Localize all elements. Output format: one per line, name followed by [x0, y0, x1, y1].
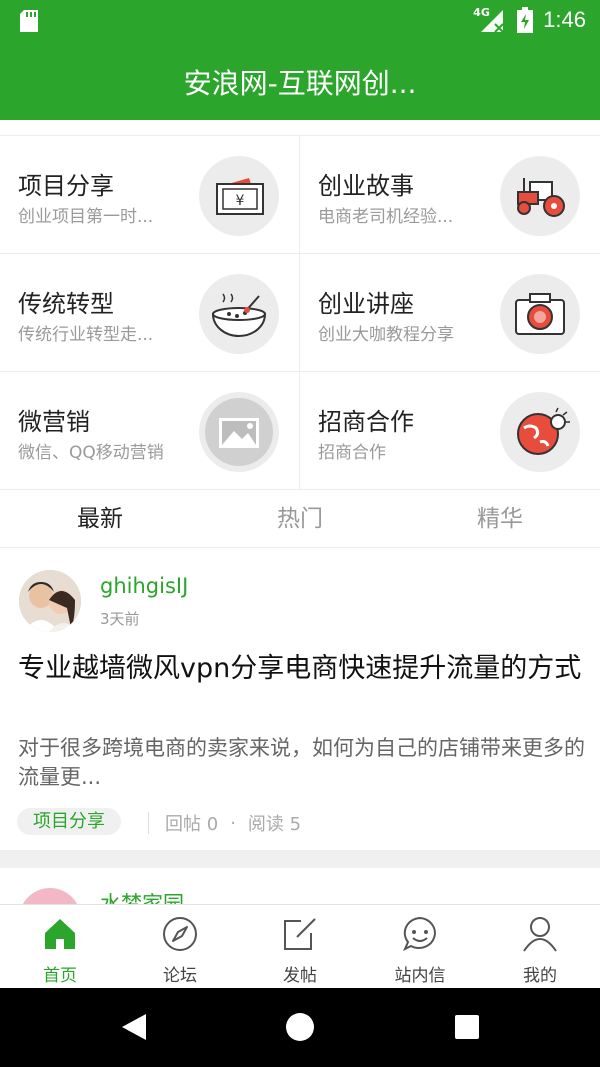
app-bar: 安浪网-互联网创... [0, 42, 600, 120]
status-bar: 4G 1:46 [0, 0, 600, 42]
nav-post[interactable]: 发帖 [240, 905, 360, 988]
nav-label: 论坛 [163, 966, 197, 986]
read-count: 阅读 5 [247, 814, 302, 835]
category-grid: 项目分享 创业项目第一时... ¥ 创业故事 电商老司机经验... 传统转型 传… [0, 135, 600, 490]
post-tag[interactable]: 项目分享 [17, 808, 121, 835]
post-time: 3天前 [100, 610, 140, 628]
category-title: 创业故事 [318, 172, 414, 200]
nav-label: 首页 [43, 966, 77, 986]
sd-card-icon [20, 10, 38, 32]
nav-label: 站内信 [394, 966, 446, 986]
category-title: 微营销 [18, 408, 90, 436]
person-icon [523, 917, 557, 952]
image-placeholder-icon [199, 392, 279, 472]
feed-tabs: 最新 热门 精华 [0, 490, 600, 548]
system-nav-bar [0, 988, 600, 1067]
divider [0, 850, 600, 868]
battery-icon [517, 7, 534, 33]
avatar[interactable] [19, 888, 81, 904]
category-title: 传统转型 [18, 290, 114, 318]
post-author[interactable]: ghihgisIJ [100, 574, 188, 598]
post-card[interactable]: 水梦家园 [0, 868, 600, 904]
back-icon[interactable] [120, 1012, 148, 1042]
nav-forum[interactable]: 论坛 [120, 905, 240, 988]
tractor-icon [500, 156, 580, 236]
bottom-nav: 首页 论坛 发帖 站内信 我的 [0, 904, 600, 988]
category-title: 项目分享 [18, 172, 114, 200]
category-subtitle: 电商老司机经验... [318, 207, 454, 227]
tab-latest[interactable]: 最新 [0, 490, 200, 547]
post-meta: 回帖 0 · 阅读 5 [148, 810, 301, 836]
category-partnership[interactable]: 招商合作 招商合作 [300, 372, 600, 490]
camera-icon [500, 274, 580, 354]
post-title[interactable]: 专业越墙微风vpn分享电商快速提升流量的方式 [18, 650, 588, 687]
category-subtitle: 创业大咖教程分享 [318, 325, 454, 345]
tab-featured[interactable]: 精华 [400, 490, 600, 547]
post-author[interactable]: 水梦家园 [100, 888, 184, 904]
recents-icon[interactable] [454, 1014, 480, 1040]
divider [148, 812, 149, 834]
smiley-message-icon [403, 916, 436, 952]
category-title: 创业讲座 [318, 290, 414, 318]
tab-hot[interactable]: 热门 [200, 490, 400, 547]
soup-bowl-icon [199, 274, 279, 354]
globe-icon [500, 392, 580, 472]
category-project-share[interactable]: 项目分享 创业项目第一时... ¥ [0, 136, 300, 254]
compass-icon [163, 917, 197, 951]
page-title: 安浪网-互联网创... [183, 67, 417, 100]
category-traditional-transform[interactable]: 传统转型 传统行业转型走... [0, 254, 300, 372]
category-micro-marketing[interactable]: 微营销 微信、QQ移动营销 [0, 372, 300, 490]
category-title: 招商合作 [318, 408, 414, 436]
avatar[interactable] [19, 570, 81, 632]
nav-profile[interactable]: 我的 [480, 905, 600, 988]
post-excerpt: 对于很多跨境电商的卖家来说，如何为自己的店铺带来更多的流量更... [18, 736, 585, 789]
reply-count: 回帖 0 [165, 814, 219, 835]
post-card[interactable]: ghihgisIJ 3天前 专业越墙微风vpn分享电商快速提升流量的方式 对于很… [0, 550, 600, 850]
edit-icon [284, 918, 316, 950]
category-subtitle: 创业项目第一时... [18, 207, 154, 227]
home-circle-icon[interactable] [285, 1012, 315, 1042]
category-subtitle: 微信、QQ移动营销 [18, 443, 164, 463]
category-subtitle: 招商合作 [318, 443, 386, 463]
category-lectures[interactable]: 创业讲座 创业大咖教程分享 [300, 254, 600, 372]
nav-messages[interactable]: 站内信 [360, 905, 480, 988]
home-icon [45, 919, 75, 949]
category-startup-story[interactable]: 创业故事 电商老司机经验... [300, 136, 600, 254]
category-subtitle: 传统行业转型走... [18, 325, 154, 345]
clock: 1:46 [543, 7, 586, 32]
nav-home[interactable]: 首页 [0, 905, 120, 988]
svg-text:¥: ¥ [236, 193, 245, 209]
cash-register-icon: ¥ [199, 156, 279, 236]
dot-separator: · [230, 812, 236, 834]
nav-label: 我的 [523, 966, 557, 986]
signal-icon: 4G [473, 6, 507, 34]
nav-label: 发帖 [283, 966, 317, 986]
